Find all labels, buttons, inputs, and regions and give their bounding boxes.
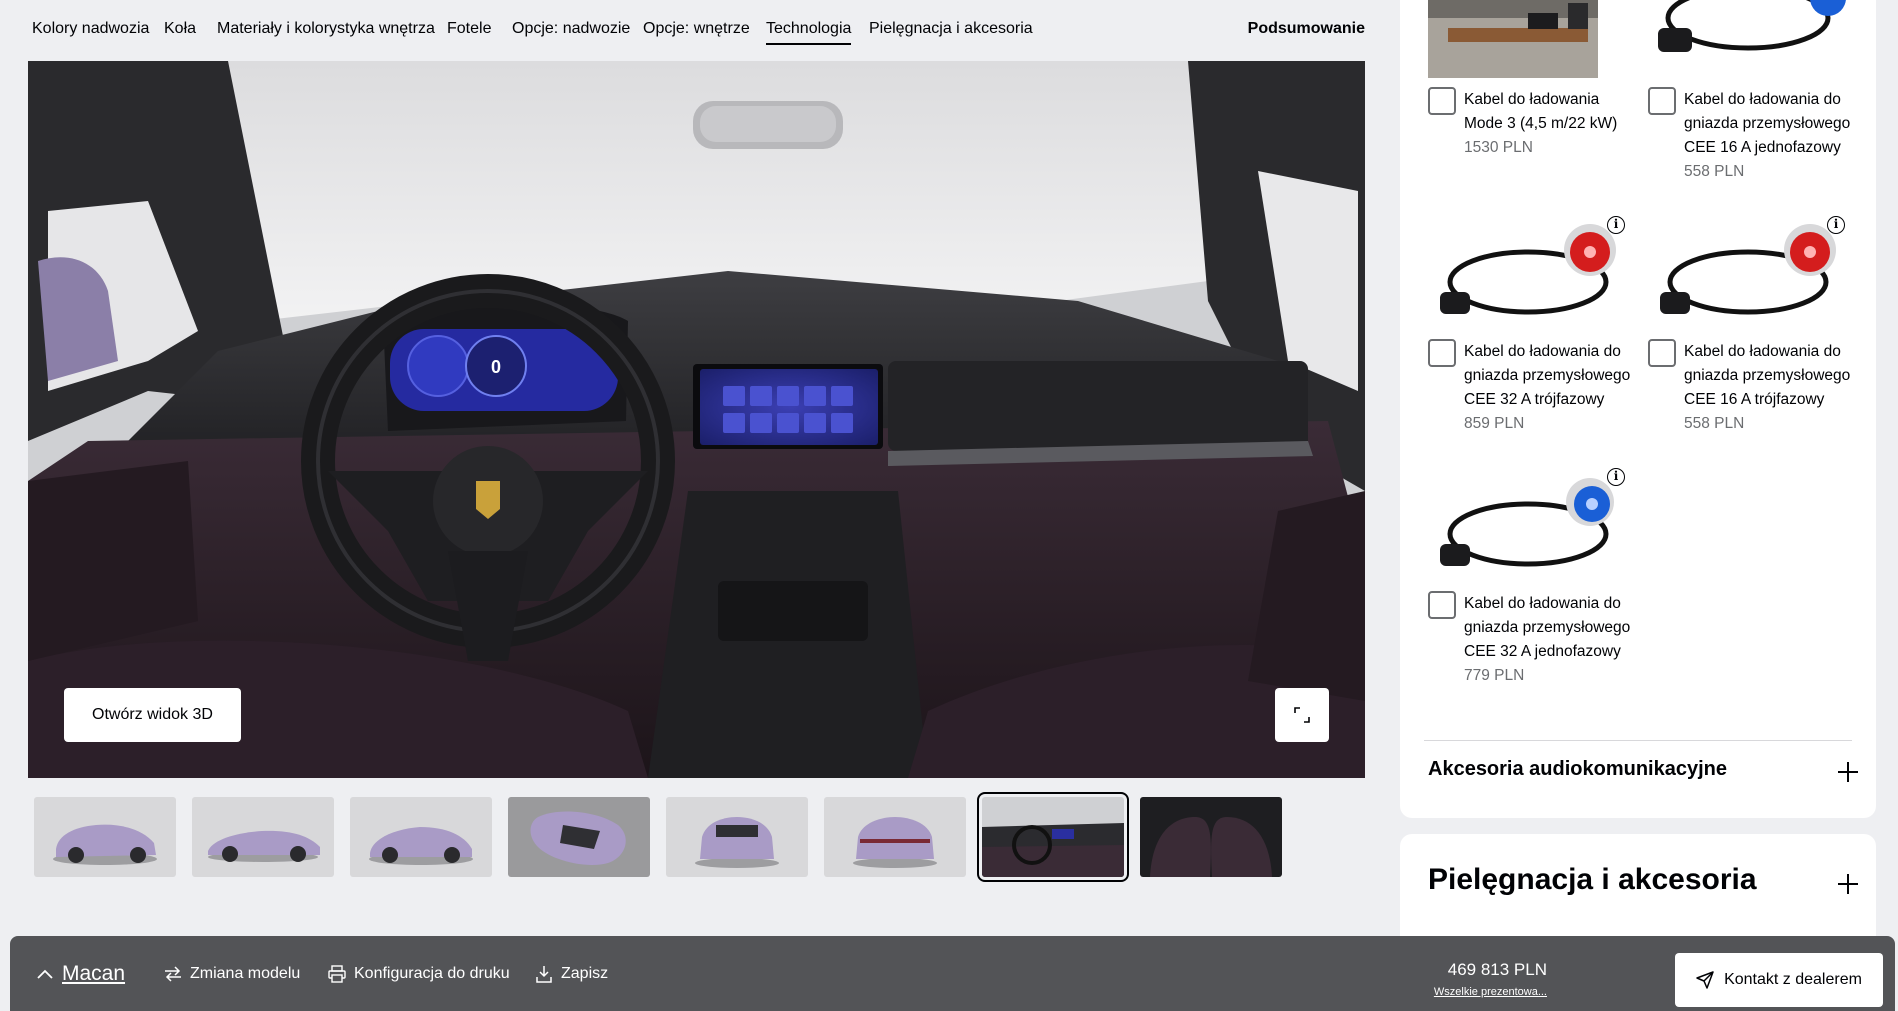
info-icon[interactable]: i — [1607, 468, 1625, 486]
swap-arrows-icon — [165, 965, 181, 982]
accessory-checkbox[interactable] — [1428, 339, 1456, 367]
change-model-button[interactable]: Zmiana modelu — [164, 936, 300, 1011]
contact-dealer-label: Kontakt z dealerem — [1724, 971, 1862, 988]
accessory-image — [1428, 0, 1633, 78]
accessory-image — [1648, 0, 1853, 78]
expand-plus-icon[interactable] — [1838, 874, 1858, 894]
expand-icon — [1294, 707, 1310, 723]
print-configuration-label: Konfiguracja do druku — [354, 964, 510, 982]
thumbnail-interior-seats[interactable] — [1140, 797, 1282, 877]
thumbnail-front[interactable] — [666, 797, 808, 877]
print-configuration-button[interactable]: Konfiguracja do druku — [328, 936, 510, 1011]
accessory-checkbox[interactable] — [1428, 87, 1456, 115]
open-3d-view-button[interactable]: Otwórz widok 3D — [64, 688, 241, 742]
change-model-label: Zmiana modelu — [190, 964, 301, 982]
send-icon — [1696, 971, 1714, 989]
thumbnail-side[interactable] — [192, 797, 334, 877]
nav-item-technology[interactable]: Technologia — [766, 20, 852, 45]
model-name-link[interactable]: Macan — [62, 962, 125, 986]
nav-item-wheels[interactable]: Koła — [164, 20, 196, 38]
accessory-price: 779 PLN — [1464, 667, 1525, 684]
save-button[interactable]: Zapisz — [535, 936, 608, 1011]
accessories-panel: Kabel do ładowania Mode 3 (4,5 m/22 kW) … — [1400, 0, 1876, 818]
info-icon[interactable]: i — [1607, 216, 1625, 234]
accessory-card: i Kabel do ładowania do gniazda przemysł… — [1428, 210, 1633, 436]
accessory-image: i — [1428, 210, 1633, 330]
configurator-nav: Kolory nadwozia Koła Materiały i kolorys… — [0, 0, 1380, 60]
download-icon — [536, 965, 552, 983]
model-toggle[interactable]: Macan — [36, 936, 125, 1011]
accessory-card: Kabel do ładowania do gniazda przemysłow… — [1648, 0, 1853, 184]
accessory-name: Kabel do ładowania do gniazda przemysłow… — [1464, 343, 1631, 408]
accessory-price: 1530 PLN — [1464, 139, 1533, 156]
thumbnail-rear-three-quarter[interactable] — [350, 797, 492, 877]
nav-item-interior-options[interactable]: Opcje: wnętrze — [643, 20, 750, 38]
accessory-card: Kabel do ładowania Mode 3 (4,5 m/22 kW) … — [1428, 0, 1633, 160]
save-label: Zapisz — [561, 964, 609, 982]
accessory-name: Kabel do ładowania Mode 3 (4,5 m/22 kW) — [1464, 91, 1618, 132]
printer-icon — [328, 964, 346, 983]
nav-summary-link[interactable]: Podsumowanie — [1248, 20, 1365, 38]
accessory-image: i — [1648, 210, 1853, 330]
accessory-price: 558 PLN — [1684, 163, 1745, 180]
section-audio-accessories[interactable]: Akcesoria audiokomunikacyjne — [1428, 758, 1727, 781]
contact-dealer-button[interactable]: Kontakt z dealerem — [1675, 953, 1883, 1007]
thumbnail-top[interactable] — [508, 797, 650, 877]
accessory-name: Kabel do ładowania do gniazda przemysłow… — [1464, 595, 1631, 660]
thumbnail-interior-dashboard[interactable] — [977, 792, 1129, 882]
price-disclaimer-link[interactable]: Wszelkie prezentowa... — [1434, 986, 1547, 998]
total-price: 469 813 PLN Wszelkie prezentowa... — [1434, 960, 1547, 998]
accessory-card: i Kabel do ładowania do gniazda przemysł… — [1428, 462, 1633, 688]
total-price-value: 469 813 PLN — [1447, 960, 1547, 979]
accessory-name: Kabel do ładowania do gniazda przemysłow… — [1684, 343, 1851, 408]
section-divider — [1424, 740, 1852, 741]
cluster-speed-readout: 0 — [491, 357, 501, 377]
accessory-checkbox[interactable] — [1428, 591, 1456, 619]
thumbnail-front-three-quarter[interactable] — [34, 797, 176, 877]
nav-item-seats[interactable]: Fotele — [447, 20, 491, 38]
accessory-checkbox[interactable] — [1648, 339, 1676, 367]
accessory-checkbox[interactable] — [1648, 87, 1676, 115]
accessory-card: i Kabel do ładowania do gniazda przemysł… — [1648, 210, 1853, 436]
accessory-name: Kabel do ładowania do gniazda przemysłow… — [1684, 91, 1851, 156]
nav-item-interior-materials[interactable]: Materiały i kolorystyka wnętrza — [217, 20, 435, 38]
nav-item-exterior-options[interactable]: Opcje: nadwozie — [512, 20, 630, 38]
fullscreen-button[interactable] — [1275, 688, 1329, 742]
info-icon[interactable]: i — [1827, 216, 1845, 234]
interior-view[interactable]: 0 Otwórz widok 3D — [28, 61, 1365, 778]
car-interior-image: 0 — [28, 61, 1365, 778]
thumbnail-rear[interactable] — [824, 797, 966, 877]
expand-plus-icon[interactable] — [1838, 762, 1858, 782]
nav-item-care-accessories[interactable]: Pielęgnacja i akcesoria — [869, 20, 1033, 38]
chevron-up-icon — [37, 969, 53, 979]
section-care-accessories[interactable]: Pielęgnacja i akcesoria — [1428, 863, 1757, 897]
accessory-image: i — [1428, 462, 1633, 582]
bottom-action-bar: Macan Zmiana modelu Konfiguracja do druk… — [10, 936, 1895, 1011]
accessory-price: 859 PLN — [1464, 415, 1525, 432]
nav-item-exterior-colors[interactable]: Kolory nadwozia — [32, 20, 149, 38]
accessory-price: 558 PLN — [1684, 415, 1745, 432]
